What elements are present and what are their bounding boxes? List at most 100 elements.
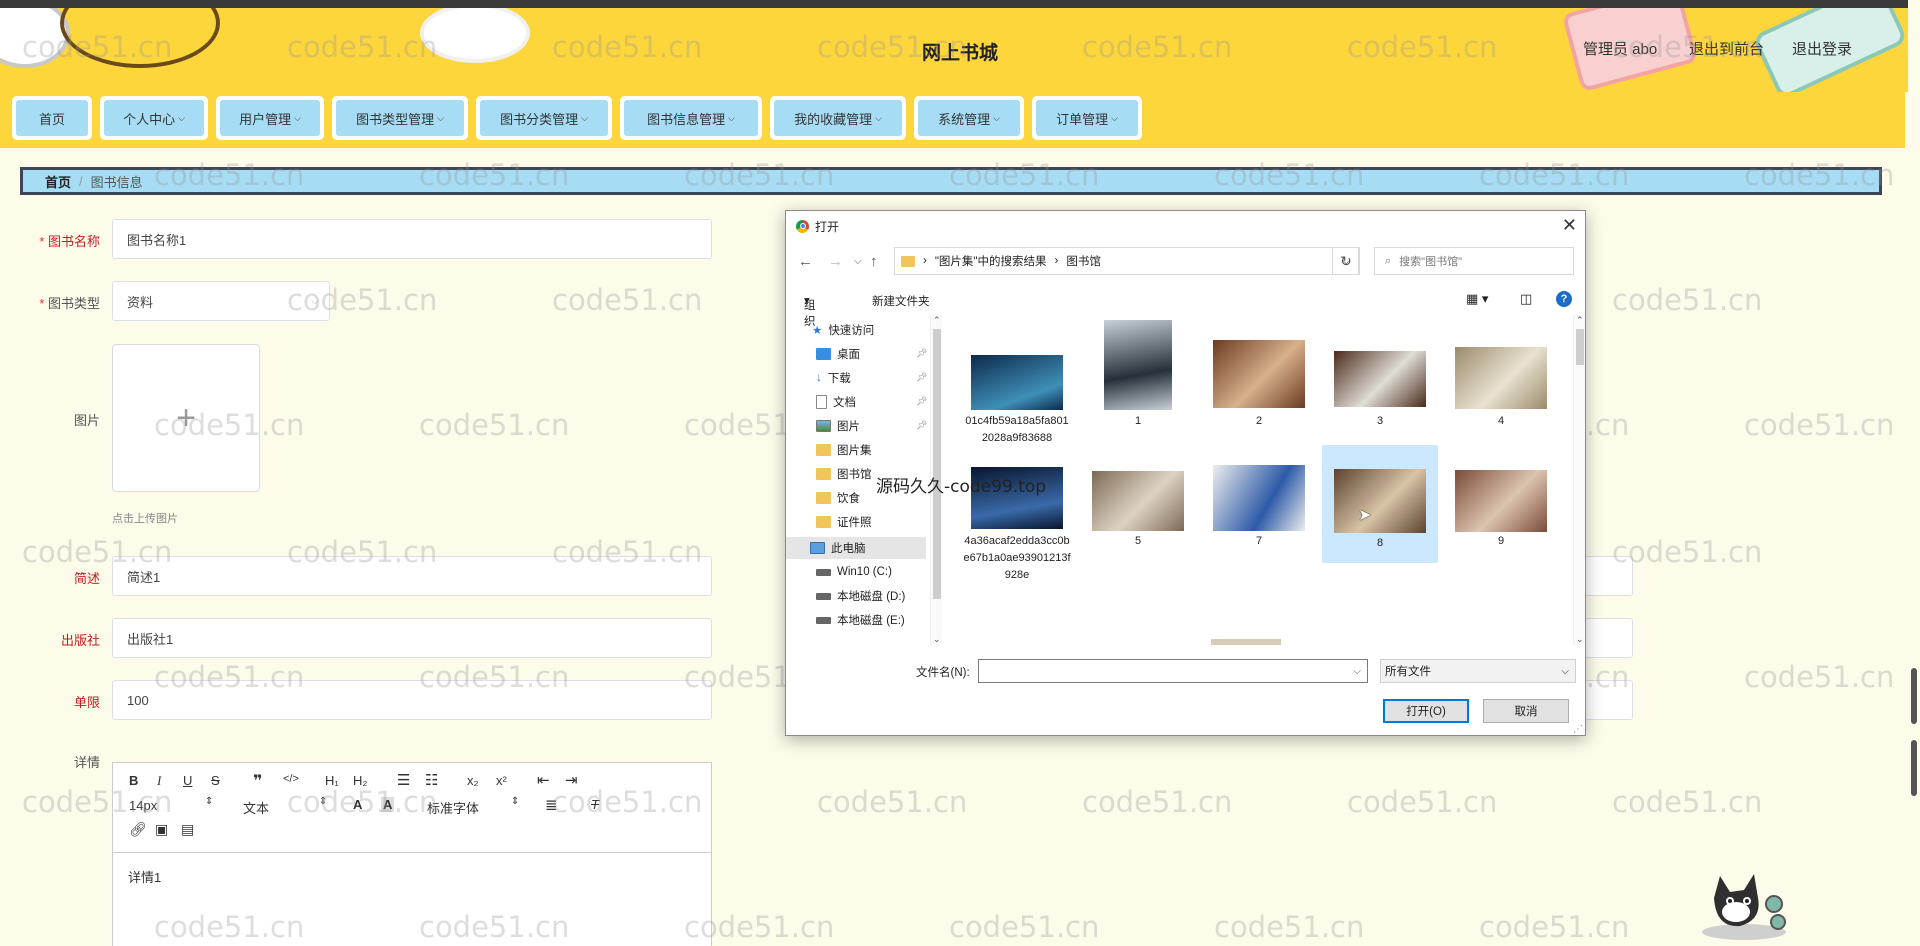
- align-icon[interactable]: ≣: [545, 796, 558, 814]
- file-tile[interactable]: 7: [1201, 465, 1317, 585]
- scrollbar-thumb[interactable]: [1576, 329, 1584, 365]
- document-icon: [816, 395, 827, 409]
- path-root[interactable]: "图片集"中的搜索结果: [935, 253, 1047, 269]
- preview-pane-icon[interactable]: ◫: [1520, 291, 1532, 307]
- refresh-icon[interactable]: ↻: [1332, 247, 1360, 275]
- file-tile-selected[interactable]: 8 ➤: [1322, 445, 1438, 563]
- forward-arrow-icon[interactable]: →: [828, 253, 843, 270]
- blockquote-icon[interactable]: ❞: [253, 771, 262, 791]
- limit-input[interactable]: 100: [112, 680, 712, 720]
- back-to-front-link[interactable]: 退出到前台: [1689, 38, 1764, 59]
- clear-format-icon[interactable]: T: [591, 797, 599, 812]
- path-leaf[interactable]: 图书馆: [1066, 253, 1101, 269]
- nav-user-management[interactable]: 用户管理 ⌵: [216, 96, 324, 140]
- strikethrough-icon[interactable]: S: [211, 773, 220, 788]
- image-icon[interactable]: ▣: [155, 821, 168, 838]
- nav-personal-center[interactable]: 个人中心 ⌵: [100, 96, 208, 140]
- file-tile[interactable]: 01c4fb59a18a5fa8012028a9f83688: [959, 315, 1075, 465]
- font-size-select[interactable]: 14px: [129, 798, 157, 813]
- recent-chevron-icon[interactable]: ⌵: [854, 256, 862, 267]
- file-tile[interactable]: 9: [1443, 465, 1559, 585]
- nav-desktop[interactable]: 桌面: [786, 343, 926, 365]
- open-button[interactable]: 打开(O): [1383, 699, 1469, 723]
- image-upload-box[interactable]: +: [112, 344, 260, 492]
- video-icon[interactable]: ▤: [181, 821, 194, 838]
- nav-book-type-management[interactable]: 图书类型管理 ⌵: [332, 96, 468, 140]
- chevron-down-icon[interactable]: ⌵: [1353, 666, 1361, 677]
- page-scrollbar[interactable]: [1908, 0, 1920, 946]
- publisher-input[interactable]: 出版社1: [112, 618, 712, 658]
- ordered-list-icon[interactable]: ☰: [397, 771, 410, 789]
- scroll-up-icon[interactable]: ⌃: [933, 315, 941, 326]
- label-text: 图书名称: [47, 234, 100, 249]
- nav-favorites-management[interactable]: 我的收藏管理 ⌵: [770, 96, 906, 140]
- font-family-select[interactable]: 标准字体: [427, 798, 479, 817]
- book-type-select[interactable]: 资料 ⌵: [112, 281, 330, 321]
- back-arrow-icon[interactable]: ←: [798, 253, 813, 270]
- resize-grip-icon[interactable]: ⋰: [1573, 724, 1583, 735]
- nav-order-management[interactable]: 订单管理 ⌵: [1032, 96, 1142, 140]
- nav-folder-picture-set[interactable]: 图片集: [786, 439, 926, 461]
- nav-this-pc[interactable]: 此电脑: [786, 537, 926, 559]
- close-icon[interactable]: ✕: [1562, 215, 1577, 236]
- subscript-icon[interactable]: x₂: [467, 773, 479, 788]
- superscript-icon[interactable]: x²: [496, 773, 507, 788]
- nav-downloads[interactable]: ↓ 下载: [786, 367, 926, 389]
- nav-drive-d[interactable]: 本地磁盘 (D:): [786, 585, 926, 607]
- search-box[interactable]: ⌕ 搜索"图书馆": [1374, 247, 1574, 275]
- heading1-icon[interactable]: H₁: [325, 773, 339, 788]
- scroll-up-icon[interactable]: ⌃: [1576, 315, 1584, 326]
- nav-book-category-management[interactable]: 图书分类管理 ⌵: [476, 96, 612, 140]
- heading2-icon[interactable]: H₂: [353, 773, 367, 788]
- organize-menu[interactable]: 组织 ▾: [804, 293, 816, 328]
- file-type-filter[interactable]: 所有文件 ⌵: [1380, 659, 1576, 683]
- underline-icon[interactable]: U: [183, 773, 192, 788]
- text-style-select[interactable]: 文本: [243, 798, 269, 817]
- filename-input[interactable]: ⌵: [978, 659, 1368, 683]
- new-folder-button[interactable]: 新建文件夹: [872, 293, 930, 309]
- editor-content[interactable]: 详情1: [113, 853, 711, 900]
- file-tile[interactable]: 2: [1201, 315, 1317, 435]
- file-tile[interactable]: 5: [1080, 465, 1196, 585]
- cancel-button[interactable]: 取消: [1483, 699, 1569, 723]
- dialog-titlebar[interactable]: 打开: [786, 211, 1585, 241]
- file-name: 2: [1255, 415, 1263, 427]
- book-name-input[interactable]: 图书名称1: [112, 219, 712, 259]
- outdent-icon[interactable]: ⇤: [537, 771, 550, 789]
- scrollbar-thumb[interactable]: [933, 329, 941, 599]
- nav-item-label: 文档: [833, 397, 856, 409]
- address-bar[interactable]: › "图片集"中的搜索结果 › 图书馆 ⌵: [894, 247, 1359, 275]
- file-tile[interactable]: 1: [1080, 315, 1196, 435]
- scroll-down-icon[interactable]: ⌄: [933, 634, 941, 645]
- file-tile[interactable]: 3: [1322, 315, 1438, 435]
- logout-link[interactable]: 退出登录: [1792, 38, 1852, 59]
- breadcrumb-home[interactable]: 首页: [45, 172, 71, 191]
- nav-folder-id-photo[interactable]: 证件照: [786, 511, 926, 533]
- help-icon[interactable]: ?: [1556, 291, 1572, 307]
- code-icon[interactable]: </>: [283, 773, 299, 785]
- link-icon[interactable]: 🔗︎: [129, 821, 147, 838]
- nav-quick-access[interactable]: ★ 快速访问: [786, 319, 926, 341]
- nav-book-info-management[interactable]: 图书信息管理 ⌵: [620, 96, 762, 140]
- nav-label: 图书信息管理: [647, 111, 726, 127]
- nav-system-management[interactable]: 系统管理 ⌵: [914, 96, 1024, 140]
- nav-documents[interactable]: 文档: [786, 391, 926, 413]
- italic-icon[interactable]: I: [157, 773, 161, 789]
- nav-home[interactable]: 首页: [12, 96, 92, 140]
- bold-icon[interactable]: B: [129, 773, 138, 788]
- view-mode-icon[interactable]: ▦ ▾: [1466, 291, 1488, 307]
- up-arrow-icon[interactable]: ↑: [870, 253, 878, 270]
- intro-input[interactable]: 简述1: [112, 556, 712, 596]
- nav-drive-e[interactable]: 本地磁盘 (E:): [786, 609, 926, 631]
- file-tile[interactable]: 4: [1443, 315, 1559, 435]
- scrollbar-thumb[interactable]: [1911, 668, 1917, 724]
- bullet-list-icon[interactable]: ☷: [425, 771, 438, 789]
- scroll-down-icon[interactable]: ⌄: [1576, 634, 1584, 645]
- background-color-icon[interactable]: A: [381, 797, 395, 812]
- scrollbar-thumb[interactable]: [1911, 740, 1917, 796]
- font-color-icon[interactable]: A: [353, 797, 362, 812]
- indent-icon[interactable]: ⇥: [565, 771, 578, 789]
- nav-drive-c[interactable]: Win10 (C:): [786, 561, 926, 583]
- file-grid-scrollbar[interactable]: ⌃ ⌄: [1573, 315, 1585, 645]
- nav-pictures[interactable]: 图片: [786, 415, 926, 437]
